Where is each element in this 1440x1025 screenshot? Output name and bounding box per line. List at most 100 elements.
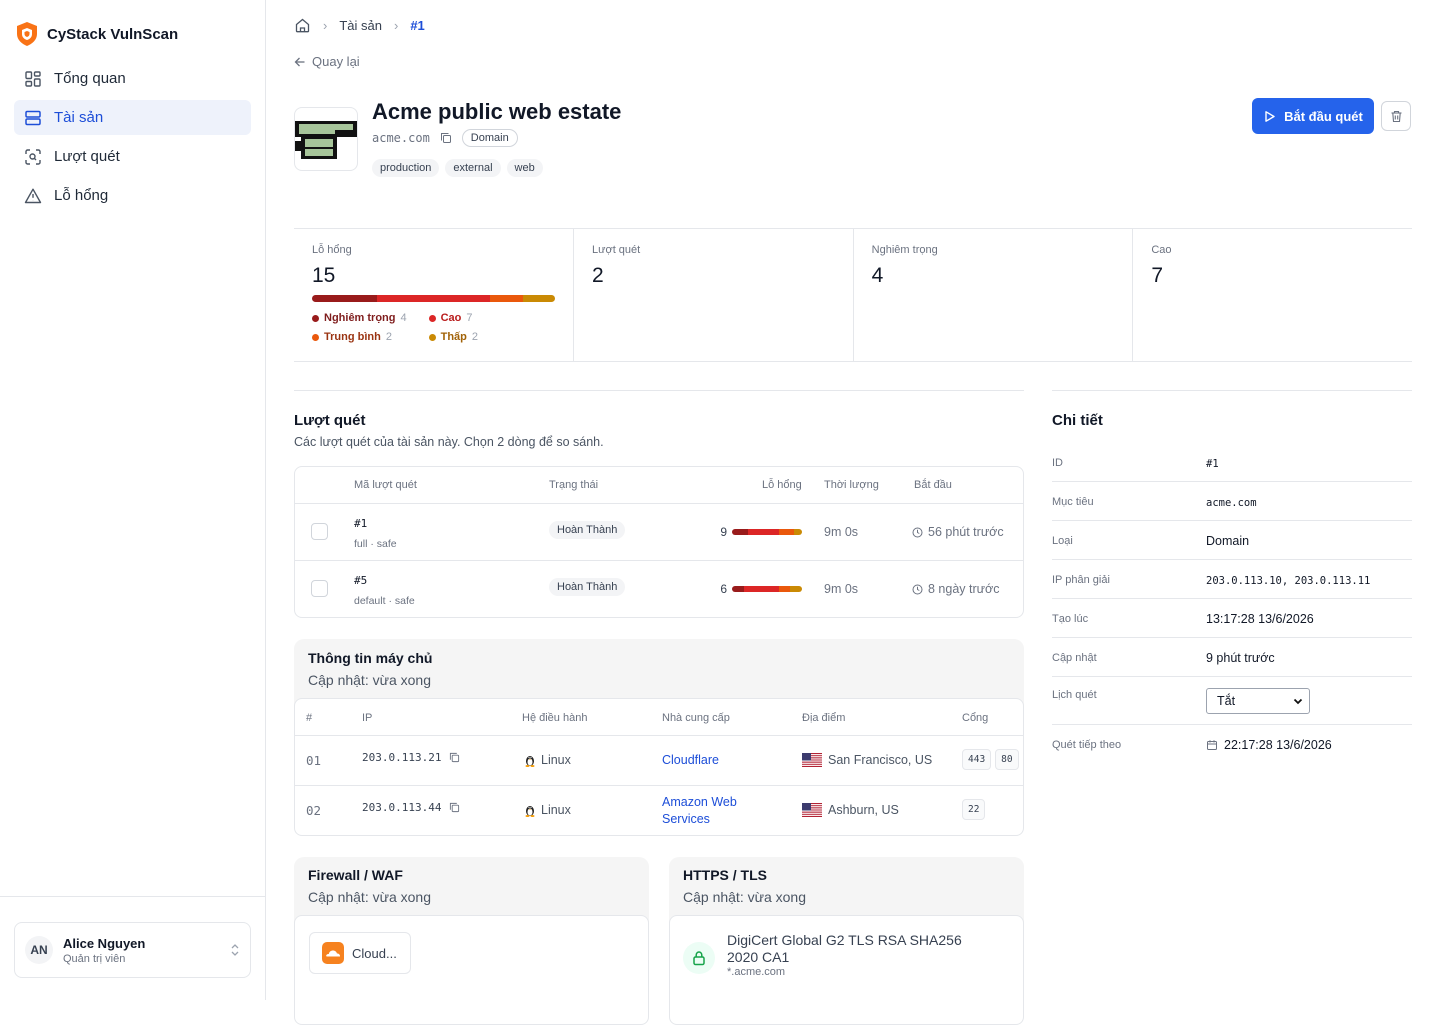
start-scan-button[interactable]: Bắt đầu quét bbox=[1252, 98, 1374, 134]
avatar: AN bbox=[25, 936, 53, 964]
severity-segment bbox=[376, 295, 491, 302]
legend-count: 7 bbox=[466, 312, 473, 324]
server-icon bbox=[25, 110, 41, 125]
tag: web bbox=[506, 159, 543, 177]
app-name: CyStack VulnScan bbox=[47, 25, 179, 43]
copy-icon[interactable] bbox=[440, 132, 452, 144]
stat-label: Cao bbox=[1151, 244, 1172, 256]
scan-meta: default · safe bbox=[354, 595, 415, 607]
sidebar-item-assets[interactable]: Tài sản bbox=[14, 100, 251, 135]
stat-value: 2 bbox=[592, 264, 604, 287]
col-location: Địa điểm bbox=[802, 712, 846, 724]
arrow-left-icon bbox=[294, 57, 305, 66]
chevron-right-icon: › bbox=[393, 18, 399, 33]
lock-icon bbox=[683, 942, 715, 974]
detail-label: Lịch quét bbox=[1052, 689, 1097, 701]
sidebar-item-label: Lỗ hổng bbox=[54, 187, 109, 204]
stat-vulnerabilities: Lỗ hổng 15 Nghiêm trọng 4 Cao 7 Trung bình… bbox=[294, 229, 574, 361]
copy-icon[interactable] bbox=[449, 752, 460, 763]
severity-segment bbox=[747, 529, 779, 535]
legend-count: 4 bbox=[400, 312, 407, 324]
legend-dot bbox=[428, 314, 436, 322]
legend-name: Trung bình bbox=[324, 331, 381, 343]
scans-title: Lượt quét bbox=[294, 412, 366, 429]
scan-id[interactable]: #1 bbox=[354, 517, 367, 530]
severity-segment bbox=[794, 529, 802, 535]
vuln-count: 6 bbox=[720, 582, 727, 596]
asset-subtitle: acme.com Domain bbox=[372, 129, 518, 147]
host-ip: 203.0.113.44 bbox=[362, 801, 460, 814]
sidebar-item-overview[interactable]: Tổng quan bbox=[14, 61, 251, 96]
breadcrumb-assets[interactable]: Tài sản bbox=[339, 18, 382, 33]
brand[interactable]: CyStack VulnScan bbox=[15, 21, 178, 47]
table-header: Mã lượt quét Trạng thái Lỗ hổng Thời lượ… bbox=[295, 467, 1023, 504]
col-scan-id: Mã lượt quét bbox=[354, 479, 417, 491]
stat-value: 15 bbox=[312, 264, 336, 287]
row-checkbox[interactable] bbox=[311, 580, 328, 597]
detail-value: acme.com bbox=[1206, 497, 1257, 509]
scan-meta: full · safe bbox=[354, 538, 397, 550]
scan-duration: 9m 0s bbox=[824, 582, 859, 596]
detail-value: 203.0.113.10, 203.0.113.11 bbox=[1206, 575, 1371, 587]
host-info-card: Thông tin máy chủ Cập nhật: vừa xong # I… bbox=[294, 639, 1024, 836]
host-location: San Francisco, US bbox=[802, 753, 932, 767]
scan-duration: 9m 0s bbox=[824, 525, 859, 539]
detail-label: Mục tiêu bbox=[1052, 496, 1094, 508]
severity-legend: Nghiêm trọng 4 Cao 7 Trung bình 2 Thấp 2 bbox=[312, 312, 482, 343]
home-icon[interactable] bbox=[294, 17, 311, 34]
schedule-selected: Tắt bbox=[1217, 694, 1236, 708]
ip-text: 203.0.113.44 bbox=[362, 801, 442, 814]
host-table: # IP Hệ điều hành Nhà cung cấp Địa điểm … bbox=[294, 698, 1024, 836]
scans-description: Các lượt quét của tài sản này. Chọn 2 dò… bbox=[294, 435, 604, 449]
severity-segment bbox=[790, 586, 802, 592]
detail-row-next-scan: Quét tiếp theo 22:17:28 13/6/2026 bbox=[1052, 725, 1412, 764]
detail-value: #1 bbox=[1206, 458, 1219, 470]
copy-icon[interactable] bbox=[449, 802, 460, 813]
scan-id[interactable]: #5 bbox=[354, 574, 367, 587]
waf-body: Cloud... bbox=[294, 915, 649, 1025]
back-link[interactable]: Quay lại bbox=[294, 54, 360, 69]
table-row[interactable]: #5 default · safe Hoàn Thành 6 9m 0s 8 n… bbox=[295, 561, 1023, 618]
severity-mini-bar bbox=[732, 529, 802, 535]
asset-target: acme.com bbox=[372, 131, 430, 145]
dashboard-icon bbox=[25, 70, 41, 87]
calendar-icon bbox=[1207, 740, 1217, 750]
provider-link[interactable]: Amazon Web Services bbox=[662, 794, 762, 828]
waf-updated: Cập nhật: vừa xong bbox=[308, 889, 432, 905]
severity-segment bbox=[778, 529, 795, 535]
user-menu[interactable]: AN Alice Nguyen Quản trị viên bbox=[14, 922, 251, 978]
sidebar-item-vulnerabilities[interactable]: Lỗ hổng bbox=[14, 178, 251, 213]
table-row[interactable]: #1 full · safe Hoàn Thành 9 9m 0s 56 phú… bbox=[295, 504, 1023, 561]
waf-item[interactable]: Cloud... bbox=[309, 932, 411, 974]
delete-button[interactable] bbox=[1381, 101, 1411, 131]
cystack-logo-icon bbox=[17, 22, 37, 46]
table-row: 02 203.0.113.44 Linux Amazon Web Service… bbox=[295, 786, 1023, 836]
trash-icon bbox=[1391, 110, 1401, 122]
col-os: Hệ điều hành bbox=[522, 712, 588, 724]
next-scan-text: 22:17:28 13/6/2026 bbox=[1224, 738, 1332, 752]
row-checkbox[interactable] bbox=[311, 523, 328, 540]
legend-name: Nghiêm trọng bbox=[324, 312, 396, 324]
tls-updated: Cập nhật: vừa xong bbox=[683, 889, 807, 905]
os-text: Linux bbox=[541, 753, 571, 767]
schedule-select[interactable]: Tắt bbox=[1206, 688, 1310, 714]
stat-value: 4 bbox=[871, 264, 884, 287]
user-role: Quản trị viên bbox=[63, 952, 126, 965]
sidebar-nav: Tổng quan Tài sản Lượt quét Lỗ hổng bbox=[14, 61, 251, 217]
asset-logo-icon bbox=[295, 121, 357, 159]
detail-label: Tạo lúc bbox=[1052, 613, 1089, 625]
col-duration: Thời lượng bbox=[824, 479, 879, 491]
port-list: 22 bbox=[962, 799, 986, 820]
severity-segment bbox=[312, 295, 377, 302]
legend-count: 2 bbox=[471, 331, 479, 343]
detail-value: 13:17:28 13/6/2026 bbox=[1206, 612, 1314, 626]
provider-link[interactable]: Cloudflare bbox=[662, 753, 719, 767]
sidebar-item-scans[interactable]: Lượt quét bbox=[14, 139, 251, 174]
tls-title: HTTPS / TLS bbox=[683, 867, 767, 883]
sidebar: CyStack VulnScan Tổng quan Tài sản Lượt … bbox=[0, 0, 266, 1000]
tag: external bbox=[445, 159, 501, 177]
port-list: 443 80 bbox=[962, 749, 1019, 770]
host-num: 02 bbox=[306, 803, 322, 818]
detail-row-target: Mục tiêu acme.com bbox=[1052, 482, 1412, 521]
location-text: San Francisco, US bbox=[828, 753, 933, 767]
